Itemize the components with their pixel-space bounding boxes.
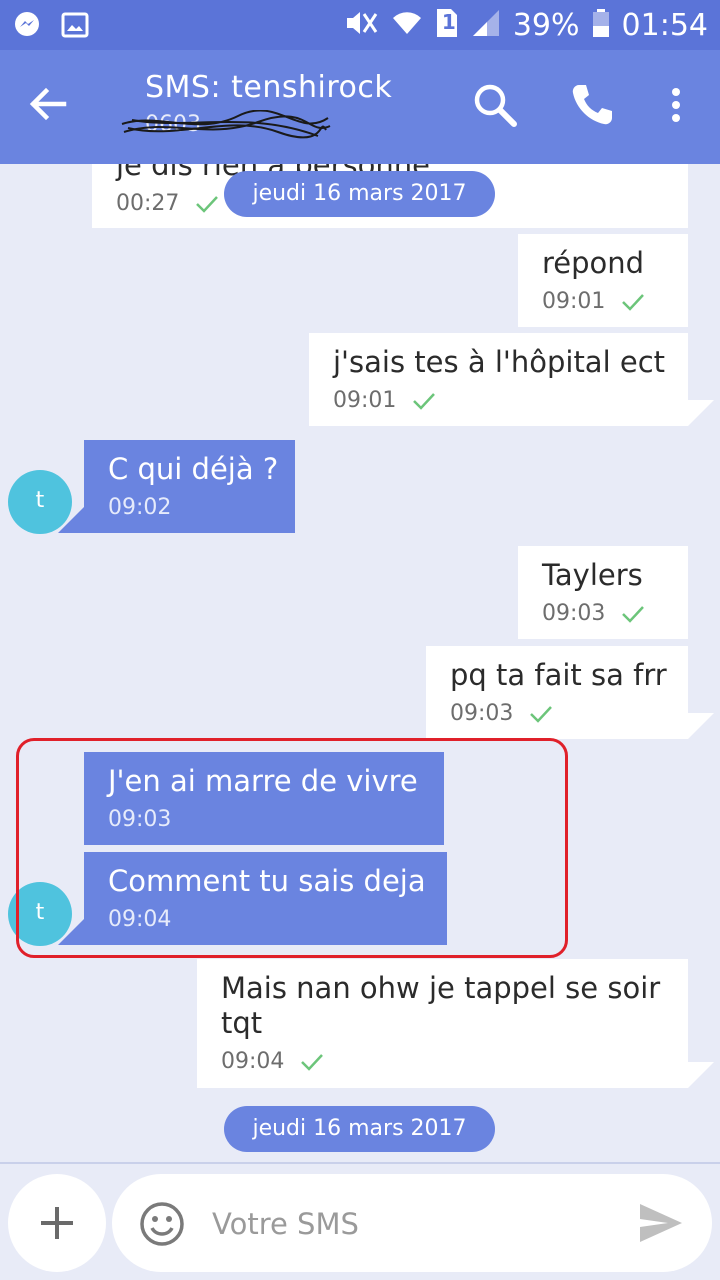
messenger-icon xyxy=(12,10,42,44)
back-arrow-icon xyxy=(29,87,67,121)
redaction-scribble xyxy=(121,110,331,139)
check-icon xyxy=(301,1053,324,1071)
message-time: 09:03 xyxy=(542,601,606,626)
message-time: 09:01 xyxy=(542,289,606,314)
message-incoming[interactable]: C qui déjà ? 09:02 xyxy=(84,440,295,533)
emoji-icon xyxy=(140,1202,184,1246)
message-outgoing[interactable]: Taylers 09:03 xyxy=(518,546,688,639)
check-icon xyxy=(622,293,645,311)
sim-icon: 1 xyxy=(435,7,459,43)
send-button[interactable] xyxy=(636,1200,686,1246)
battery-percent: 39% xyxy=(512,7,580,43)
more-options-button[interactable] xyxy=(651,80,701,130)
clock: 01:54 xyxy=(621,7,708,43)
date-separator: jeudi 16 mars 2017 xyxy=(224,171,495,217)
composer-bar xyxy=(0,1164,720,1280)
search-button[interactable] xyxy=(470,80,520,130)
attach-button[interactable] xyxy=(8,1174,106,1272)
search-icon xyxy=(474,84,517,127)
call-button[interactable] xyxy=(567,80,617,130)
message-text: j'sais tes à l'hôpital ect xyxy=(333,345,666,379)
highlight-annotation xyxy=(16,738,568,958)
avatar[interactable]: t xyxy=(8,470,72,534)
status-bar: 1 39% 01:54 xyxy=(0,0,720,50)
message-outgoing[interactable]: répond 09:01 xyxy=(518,234,688,327)
message-text: Mais nan ohw je tappel se soir tqt xyxy=(221,971,661,1040)
message-time: 09:01 xyxy=(333,388,397,413)
bubble-tail xyxy=(688,713,714,739)
back-button[interactable] xyxy=(22,78,74,130)
send-icon xyxy=(640,1204,682,1242)
message-list[interactable]: je dis rien à personne 00:27 jeudi 16 ma… xyxy=(0,164,720,1162)
more-vert-icon xyxy=(672,88,680,122)
bubble-tail xyxy=(688,1062,714,1088)
message-text: C qui déjà ? xyxy=(108,452,279,486)
message-outgoing[interactable]: Mais nan ohw je tappel se soir tqt 09:04 xyxy=(197,959,688,1088)
message-time: 09:03 xyxy=(450,701,514,726)
mute-icon xyxy=(343,8,379,42)
phone-icon xyxy=(572,85,612,125)
sim-label: 1 xyxy=(441,10,456,34)
message-text: Taylers xyxy=(542,558,643,592)
message-text: pq ta fait sa frr xyxy=(450,658,667,692)
message-time: 09:02 xyxy=(108,495,172,520)
check-icon xyxy=(196,195,219,213)
check-icon xyxy=(622,605,645,623)
sms-input[interactable] xyxy=(210,1198,614,1250)
gallery-icon xyxy=(60,10,90,44)
bubble-tail xyxy=(688,400,714,426)
emoji-button[interactable] xyxy=(138,1200,186,1248)
plus-icon xyxy=(41,1207,73,1239)
conversation-title: SMS: tenshirock xyxy=(145,70,393,105)
compose-field xyxy=(112,1174,712,1272)
message-outgoing[interactable]: j'sais tes à l'hôpital ect 09:01 xyxy=(309,333,688,426)
check-icon xyxy=(413,392,436,410)
app-bar: SMS: tenshirock 0603 xyxy=(0,50,720,164)
message-outgoing[interactable]: pq ta fait sa frr 09:03 xyxy=(426,646,688,739)
battery-icon xyxy=(592,8,610,42)
date-separator: jeudi 16 mars 2017 xyxy=(224,1106,495,1152)
check-icon xyxy=(530,705,553,723)
wifi-icon xyxy=(391,8,423,42)
message-text: répond xyxy=(542,246,645,280)
message-time: 09:04 xyxy=(221,1049,285,1074)
signal-icon xyxy=(471,8,501,42)
message-time: 00:27 xyxy=(116,191,180,216)
